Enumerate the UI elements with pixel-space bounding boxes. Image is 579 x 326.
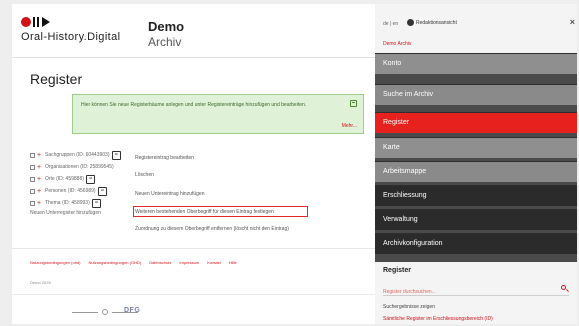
archive-subtitle: Archiv — [148, 35, 182, 49]
register-section-title: Register — [383, 267, 412, 274]
footer-link[interactable]: Nutzungsbedingungen (OHD) — [88, 260, 141, 265]
tree-node[interactable]: + Thema (ID: 458993) — [30, 197, 121, 209]
sponsor-line — [72, 311, 98, 313]
node-label[interactable]: Personen (ID: 456989) — [45, 188, 96, 194]
context-menu: Registereintrag bearbeiten Löschen Neuen… — [129, 149, 313, 245]
footer-version: Demo 2025 — [30, 280, 51, 285]
node-label[interactable]: Orte (ID: 459888) — [45, 176, 84, 182]
logo-pause-icon — [37, 17, 39, 27]
ctx-add-child[interactable]: Neuen Untereintrag hinzufügen — [135, 191, 205, 197]
expand-icon[interactable]: + — [37, 176, 43, 183]
nav-workbook[interactable]: Arbeitsmappe — [375, 161, 577, 182]
nav-label: Konto — [383, 60, 402, 67]
nav-admin[interactable]: Verwaltung — [375, 209, 577, 230]
toggle-icon[interactable] — [407, 19, 414, 26]
header-divider — [12, 57, 375, 58]
nav-register[interactable]: Register — [375, 112, 577, 133]
editor-view-toggle[interactable]: Redaktionsansicht — [407, 19, 457, 26]
node-menu-button[interactable] — [91, 198, 101, 208]
footer-link[interactable]: Kontakt — [207, 260, 221, 265]
footer-link[interactable]: Hilfe — [229, 260, 237, 265]
node-label[interactable]: Organisationen (ID: 25899545) — [45, 164, 114, 170]
archive-title: Demo — [148, 19, 185, 34]
nav-label: Karte — [383, 144, 400, 151]
nav-label: Register — [383, 119, 410, 126]
expand-icon[interactable]: + — [37, 188, 43, 195]
language-switch[interactable]: de | en — [383, 21, 398, 27]
panel-header: de | en Redaktionsansicht × Demo Archiv — [375, 4, 577, 53]
node-checkbox[interactable] — [30, 152, 35, 158]
search-results-toggle[interactable]: Suchergebnisse zeigen — [383, 304, 435, 310]
more-link[interactable]: Mehr... — [342, 123, 357, 129]
new-root-link[interactable]: Neuen Unterregister hinzufügen — [30, 210, 121, 216]
logo-play-icon — [42, 17, 50, 27]
register-search-field[interactable] — [383, 280, 569, 300]
brand-name: Oral-History.Digital — [21, 31, 121, 43]
page-title: Register — [30, 71, 83, 87]
register-search-input[interactable] — [383, 284, 553, 300]
nav-label: Verwaltung — [383, 216, 418, 223]
panel-subtitle[interactable]: Demo Archiv — [383, 41, 411, 47]
ctx-edit[interactable]: Registereintrag bearbeiten — [135, 155, 194, 161]
footer-link[interactable]: Datenschutz — [149, 260, 171, 265]
tree-node[interactable]: + Orte (ID: 459888) — [30, 173, 121, 185]
logo-dot-icon — [21, 17, 31, 27]
expand-icon[interactable]: + — [37, 200, 43, 207]
node-menu-button[interactable] — [85, 174, 95, 184]
ctx-delete[interactable]: Löschen — [135, 172, 154, 178]
tree-node[interactable]: + Sachgruppen (ID: 60443903) — [30, 149, 121, 161]
node-checkbox[interactable] — [30, 164, 35, 170]
search-icon[interactable] — [561, 285, 566, 290]
collapse-icon[interactable] — [350, 100, 357, 107]
side-panel: de | en Redaktionsansicht × Demo Archiv … — [375, 4, 577, 324]
footer-links: Nutzungsbedingungen (ohd) Nutzungsbeding… — [30, 260, 237, 265]
logo — [21, 16, 120, 28]
info-box: Hier können Sie neue Registerbäume anleg… — [72, 94, 364, 134]
nav-label: Arbeitsmappe — [383, 168, 427, 175]
tree-node[interactable]: + Organisationen (ID: 25899545) — [30, 161, 121, 173]
footer-link[interactable]: Nutzungsbedingungen (ohd) — [30, 260, 80, 265]
brand[interactable]: Oral-History.Digital — [21, 16, 120, 43]
sponsor-divider — [12, 294, 375, 295]
nav-label: Suche im Archiv — [383, 91, 434, 98]
app-frame: Oral-History.Digital Demo Archiv Registe… — [12, 4, 577, 324]
dfg-logo: DFG — [124, 307, 141, 314]
toggle-label: Redaktionsansicht — [416, 19, 457, 26]
expand-icon[interactable]: + — [37, 152, 43, 159]
nav-label: Archivkonfiguration — [383, 240, 443, 247]
main-content: Oral-History.Digital Demo Archiv Registe… — [12, 4, 375, 324]
ctx-add-parent[interactable]: Weiteren bestehenden Oberbegriff für die… — [135, 209, 274, 215]
nav-konto[interactable]: Konto — [375, 53, 577, 74]
logo-pause-icon — [33, 17, 35, 27]
all-registers-link[interactable]: Sämtliche Register im Erschliessungsbere… — [383, 316, 493, 322]
archive-header: Demo Archiv — [148, 19, 184, 49]
info-text: Hier können Sie neue Registerbäume anleg… — [81, 102, 307, 108]
nav-search[interactable]: Suche im Archiv — [375, 84, 577, 105]
node-checkbox[interactable] — [30, 200, 35, 206]
register-tree: + Sachgruppen (ID: 60443903) + Organisat… — [30, 149, 121, 216]
footer-divider — [12, 248, 375, 249]
expand-icon[interactable]: + — [37, 164, 43, 171]
node-menu-button[interactable] — [111, 150, 121, 160]
tree-node[interactable]: + Personen (ID: 456989) — [30, 185, 121, 197]
ctx-remove-parent[interactable]: Zuordnung zu diesem Oberbegriff entferne… — [135, 226, 289, 232]
node-label[interactable]: Sachgruppen (ID: 60443903) — [45, 152, 110, 158]
nav-map[interactable]: Karte — [375, 137, 577, 158]
close-icon[interactable]: × — [570, 17, 575, 27]
footer-link[interactable]: Impressum — [179, 260, 199, 265]
node-checkbox[interactable] — [30, 188, 35, 194]
node-checkbox[interactable] — [30, 176, 35, 182]
node-label[interactable]: Thema (ID: 458993) — [45, 200, 90, 206]
sponsor-circle-icon — [102, 309, 108, 315]
register-search-section: Register Suchergebnisse zeigen Sämtliche… — [375, 262, 577, 324]
nav-archive-config[interactable]: Archivkonfiguration — [375, 233, 577, 254]
nav-label: Erschliessung — [383, 192, 427, 199]
node-menu-button[interactable] — [97, 186, 107, 196]
nav-indexing[interactable]: Erschliessung — [375, 185, 577, 206]
